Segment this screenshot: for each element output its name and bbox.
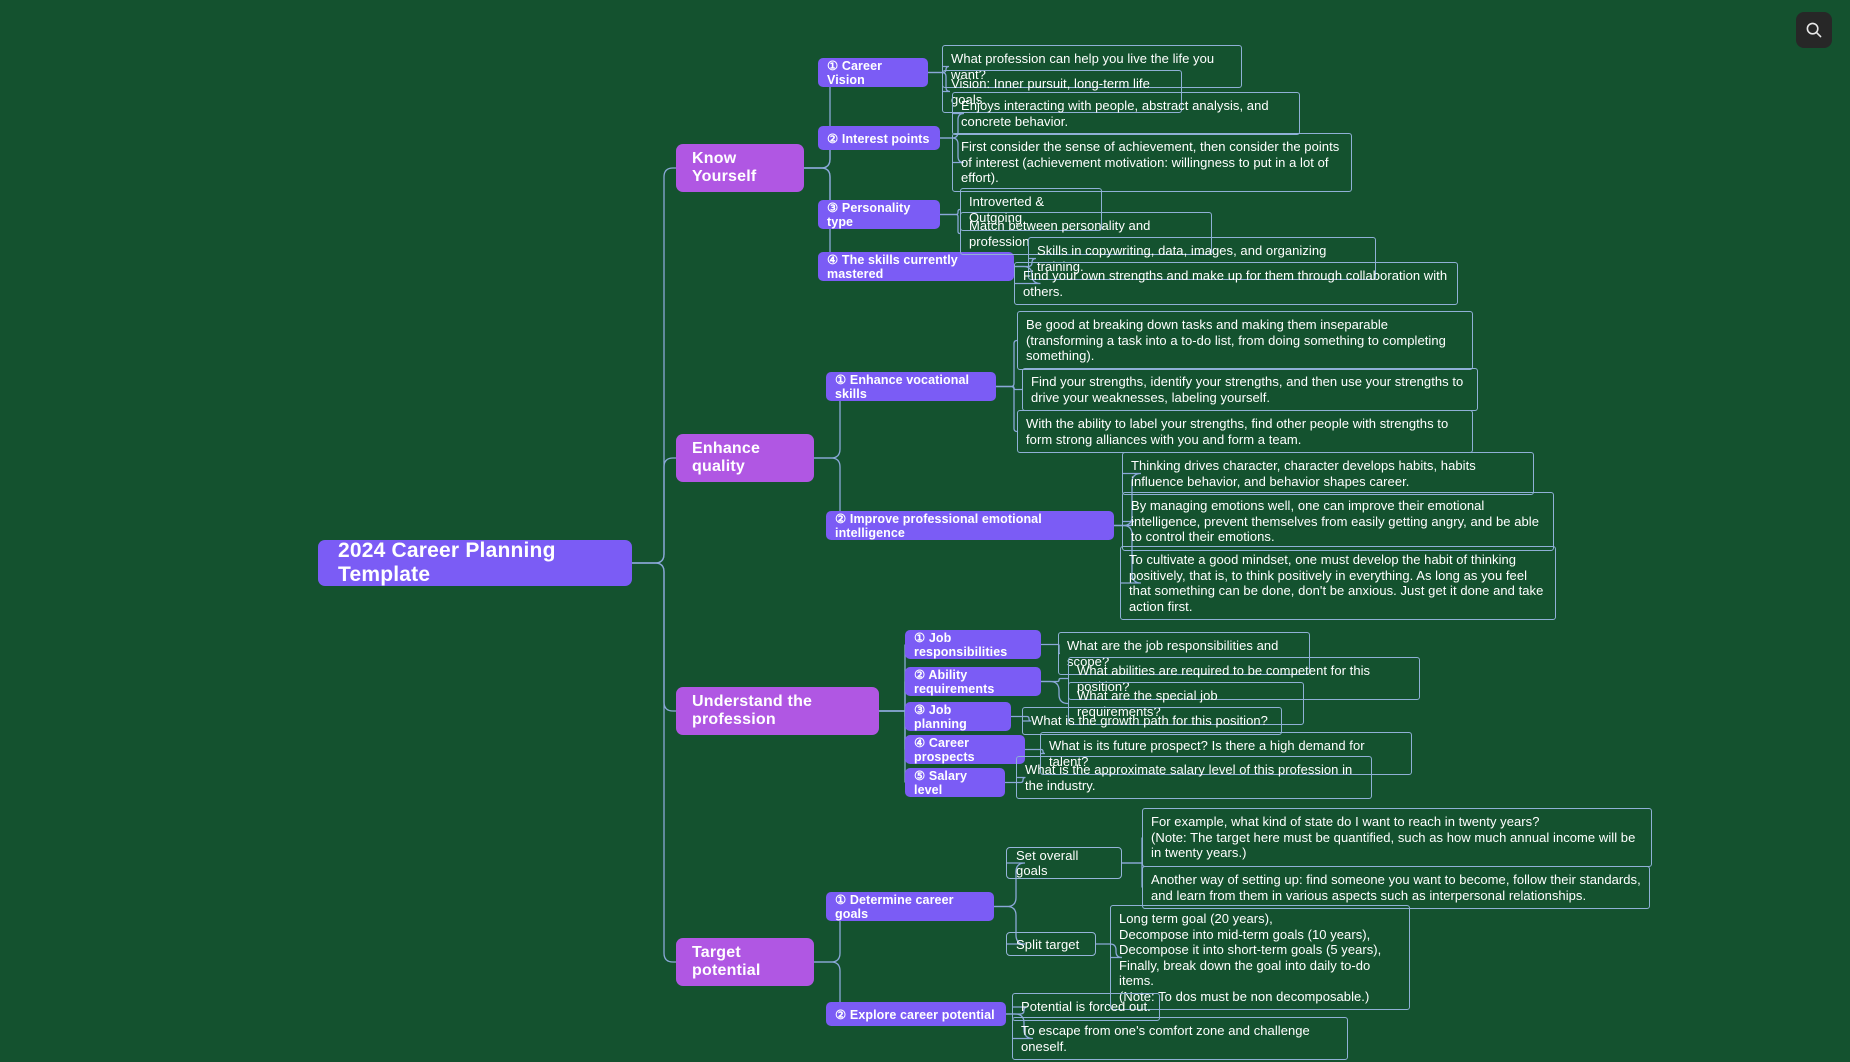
subtopic-node-2[interactable]: ③ Personality type [818,200,940,229]
leaf-node-8[interactable]: Be good at breaking down tasks and makin… [1017,311,1473,370]
group-node-1[interactable]: Split target [1006,932,1096,956]
branch-node-0[interactable]: Know Yourself [676,144,804,192]
subtopic-node-5[interactable]: ② Improve professional emotional intelli… [826,511,1114,540]
search-button[interactable] [1796,12,1832,48]
subtopic-node-10[interactable]: ⑤ Salary level [905,768,1005,797]
subtopic-node-12[interactable]: ② Explore career potential [826,1002,1006,1026]
leaf-node-10[interactable]: With the ability to label your strengths… [1017,410,1473,453]
mindmap-canvas[interactable]: 2024 Career Planning Template Know Yours… [0,0,1850,1062]
search-icon [1805,21,1823,39]
leaf-node-13[interactable]: To cultivate a good mindset, one must de… [1120,546,1556,620]
leaf-node-17[interactable]: What is the growth path for this positio… [1022,707,1282,735]
leaf-node-2[interactable]: Enjoys interacting with people, abstract… [952,92,1300,135]
root-node[interactable]: 2024 Career Planning Template [318,539,632,586]
subtopic-node-3[interactable]: ④ The skills currently mastered [818,252,1014,281]
subtopic-node-1[interactable]: ② Interest points [818,126,940,150]
leaf-node-11[interactable]: Thinking drives character, character dev… [1122,452,1534,495]
subtopic-node-6[interactable]: ① Job responsibilities [905,630,1041,659]
leaf-node-20[interactable]: For example, what kind of state do I wan… [1142,808,1652,867]
branch-node-2[interactable]: Understand the profession [676,687,879,735]
leaf-node-19[interactable]: What is the approximate salary level of … [1016,756,1372,799]
leaf-node-7[interactable]: Find your own strengths and make up for … [1014,262,1458,305]
group-node-0[interactable]: Set overall goals [1006,847,1122,879]
subtopic-node-4[interactable]: ① Enhance vocational skills [826,372,996,401]
branch-node-1[interactable]: Enhance quality [676,434,814,482]
leaf-node-12[interactable]: By managing emotions well, one can impro… [1122,492,1554,551]
leaf-node-9[interactable]: Find your strengths, identify your stren… [1022,368,1478,411]
leaf-node-3[interactable]: First consider the sense of achievement,… [952,133,1352,192]
leaf-node-24[interactable]: To escape from one's comfort zone and ch… [1012,1017,1348,1060]
subtopic-node-8[interactable]: ③ Job planning [905,702,1011,731]
subtopic-node-9[interactable]: ④ Career prospects [905,735,1025,764]
subtopic-node-11[interactable]: ① Determine career goals [826,892,994,921]
subtopic-node-7[interactable]: ② Ability requirements [905,667,1041,696]
subtopic-node-0[interactable]: ① Career Vision [818,58,928,87]
leaf-node-21[interactable]: Another way of setting up: find someone … [1142,866,1650,909]
branch-node-3[interactable]: Target potential [676,938,814,986]
